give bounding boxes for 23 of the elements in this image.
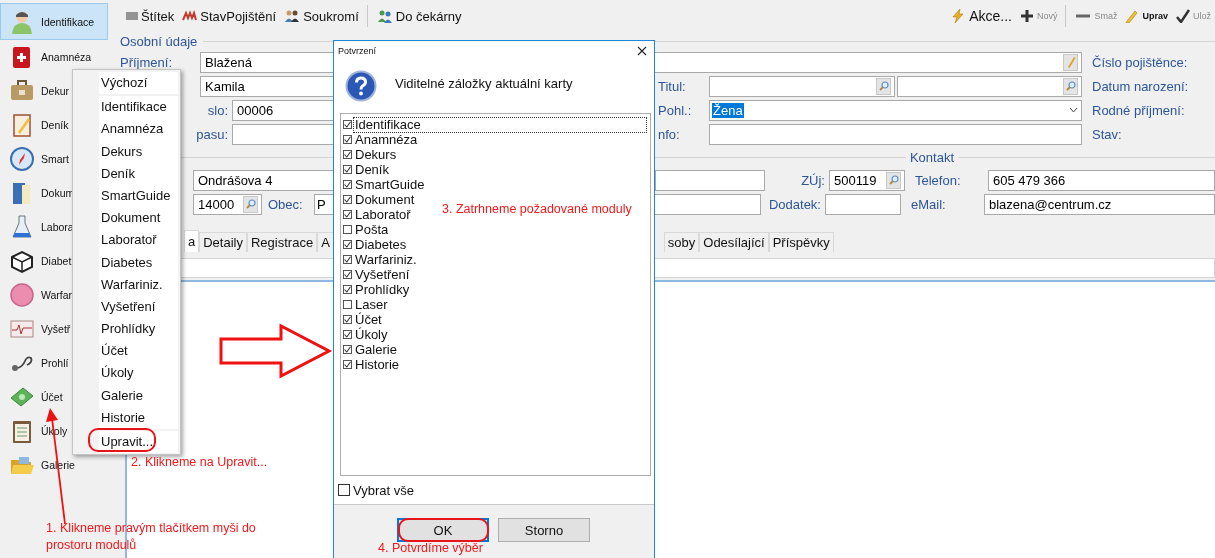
field-label: Telefon:: [914, 172, 962, 188]
annotation-text: 4. Potvrdíme výběr: [378, 540, 483, 556]
dialog-message: Viditelné záložky aktuální karty: [395, 75, 573, 91]
field-label: Titul:: [658, 78, 687, 94]
field-label: pasu:: [196, 126, 228, 142]
field-label: Číslo pojištěnce:: [1092, 54, 1188, 70]
field-label: Stav:: [1092, 126, 1122, 142]
field-label: Příjmení:: [120, 54, 173, 70]
annotation-text: 2. Klikneme na Upravit...: [131, 454, 268, 471]
field-label: nfo:: [658, 126, 681, 142]
field-label: Rodné příjmení:: [1092, 102, 1185, 118]
selected-text: Žena: [712, 102, 744, 118]
field-label: eMail:: [910, 196, 947, 212]
field-label: ZÚj:: [800, 172, 826, 188]
field-label: Datum narození:: [1092, 78, 1189, 94]
annotation-text: 1. Klikneme pravým tlačítkem myši do prostoru modulů: [46, 520, 257, 554]
field-label: slo:: [207, 102, 228, 118]
field-label: Pohl.:: [658, 102, 693, 118]
field-label: Obec:: [267, 196, 304, 212]
annotation-text: 3. Zatrhneme požadované moduly: [442, 201, 633, 218]
section-title: Osobní údaje: [120, 33, 198, 49]
section-title: Kontakt: [909, 149, 954, 165]
field-label: Dodatek:: [767, 196, 822, 212]
